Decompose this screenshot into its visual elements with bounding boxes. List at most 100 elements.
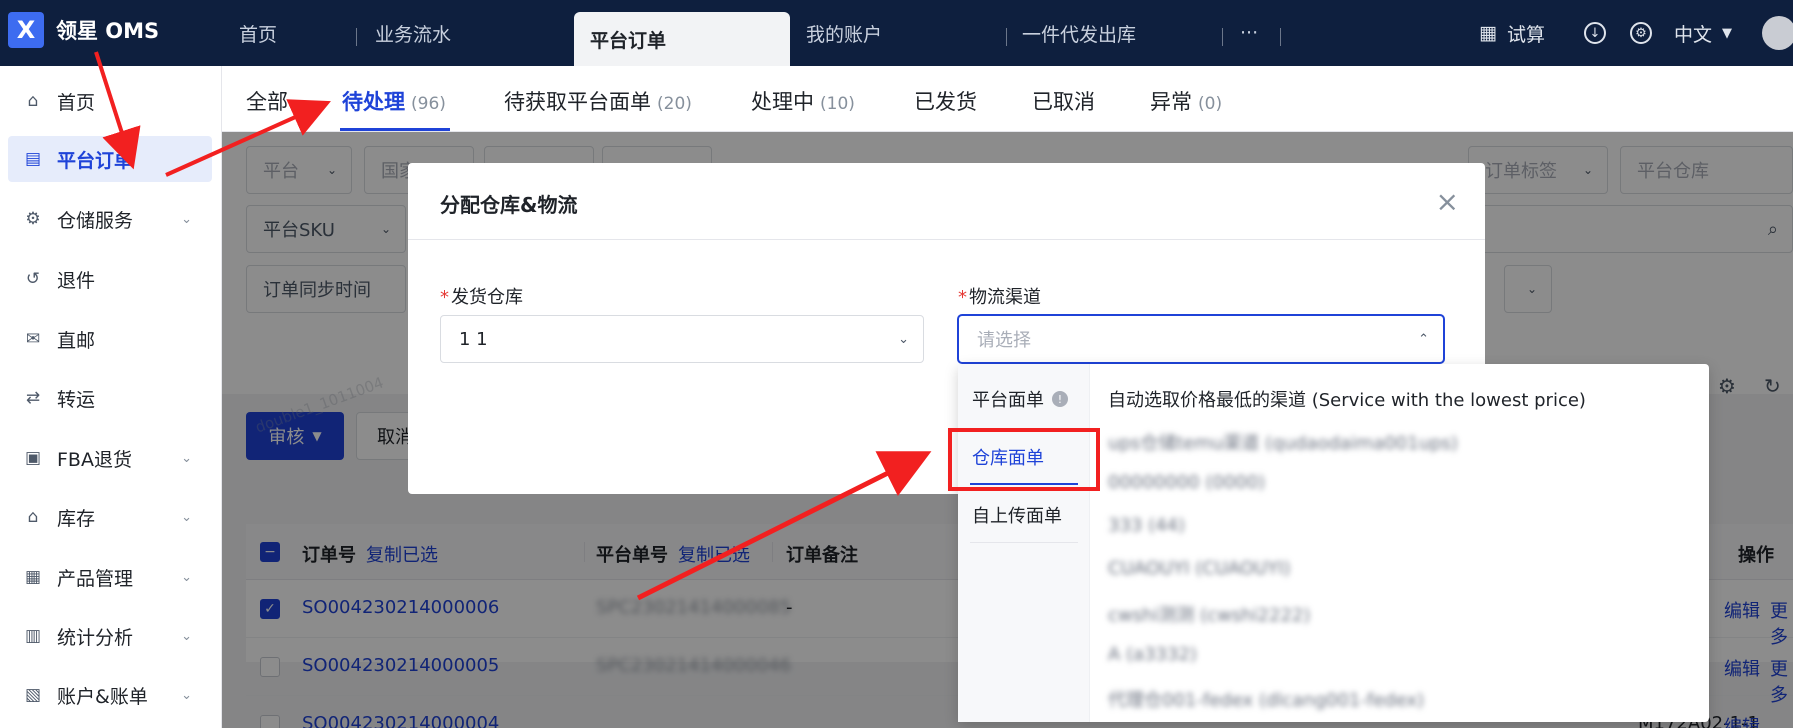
required-mark: * [958,287,967,308]
chart-icon: ▥ [24,626,42,646]
tab-pending[interactable]: 待处理 (96) [342,86,446,116]
tab-exception[interactable]: 异常 (0) [1150,86,1222,116]
top-tab-business-flow[interactable]: 业务流水 [375,0,451,66]
tab-label: 全部 [246,90,288,114]
sidebar-item-fba-returns[interactable]: ▣ FBA退货 ⌄ [8,435,212,481]
required-mark: * [440,287,449,308]
inventory-icon: ⌂ [27,507,39,527]
sidebar-item-label: 退件 [57,269,96,292]
app-name: 领星 OMS [56,19,160,43]
sidebar-item-account-billing[interactable]: ▧ 账户&账单 ⌄ [8,672,212,718]
top-tab-more[interactable]: ··· [1240,0,1258,66]
logistics-channel-dropdown: 平台面单 ! 仓库面单 自上传面单 自动选取价格最低的渠道 (Service w… [958,364,1709,722]
top-tab-separator [1222,28,1223,46]
channel-option[interactable]: cwshi测测 (cwshi2222) [1108,601,1310,627]
category-divider [970,542,1078,543]
warehouse-select-value: 1 1 [459,328,488,350]
sidebar-item-label: 统计分析 [57,626,134,649]
sidebar-item-platform-orders[interactable]: ▤ 平台订单 [8,136,212,182]
chevron-down-icon: ⌄ [181,687,192,703]
category-label: 自上传面单 [972,506,1062,527]
tab-count: (96) [411,94,446,114]
top-tab-separator [356,28,357,46]
user-avatar[interactable] [1762,0,1793,66]
logistics-channel-select[interactable]: 请选择 ⌃ [958,315,1444,363]
sidebar-item-label: 首页 [57,91,96,114]
channel-option[interactable]: CUAOUYI (CUAOUYI) [1108,558,1291,579]
channel-option[interactable]: 代理仓001-fedex (dlcang001-fedex) [1108,686,1424,712]
sidebar-item-inventory[interactable]: ⌂ 库存 ⌄ [8,494,212,540]
sidebar-item-returns[interactable]: ↺ 退件 [8,256,212,302]
top-tab-dropship[interactable]: 一件代发出库 [1022,0,1136,66]
top-bar: X 领星 OMS 首页 业务流水 平台订单 我的账户 一件代发出库 ··· ▦ … [0,0,1793,66]
channel-option[interactable]: A (a3332) [1108,644,1197,665]
channel-option[interactable]: 333 (44) [1108,515,1185,536]
tab-cancelled[interactable]: 已取消 [1032,86,1095,116]
sidebar-item-label: 转运 [57,388,96,411]
channel-category-list: 平台面单 ! 仓库面单 自上传面单 [958,364,1090,722]
close-icon[interactable]: × [1436,185,1459,218]
tab-processing[interactable]: 处理中 (10) [751,86,855,116]
app-logo[interactable]: X 领星 OMS [8,12,159,48]
settings-button[interactable]: ⚙ [1630,0,1652,66]
download-button[interactable]: ↓ [1584,0,1606,66]
top-tab-separator [1006,28,1007,46]
sidebar-item-home[interactable]: ⌂ 首页 [8,78,212,124]
top-tab-home[interactable]: 首页 [239,0,277,66]
chevron-down-icon: ⌄ [181,569,192,585]
tab-label: 异常 [1150,90,1192,114]
tab-all[interactable]: 全部 [246,86,288,116]
return-icon: ↺ [25,269,41,289]
sidebar: ⌂ 首页 ▤ 平台订单 ⚙ 仓储服务 ⌄ ↺ 退件 ✉ 直邮 ⇄ 转运 ▣ FB… [0,66,222,728]
mail-icon: ✉ [25,329,41,349]
order-icon: ▤ [24,149,42,169]
tab-awaiting-label[interactable]: 待获取平台面单 (20) [504,86,692,116]
sidebar-item-label: 平台订单 [57,149,134,172]
category-label: 平台面单 [972,390,1044,411]
trial-calc-button[interactable]: ▦ 试算 [1479,0,1545,66]
sidebar-item-direct-mail[interactable]: ✉ 直邮 [8,316,212,362]
top-tab-separator [1280,28,1281,46]
avatar [1762,16,1793,50]
top-tab-my-account[interactable]: 我的账户 [806,0,882,66]
chevron-down-icon: ⌄ [181,509,192,525]
transfer-icon: ⇄ [25,388,41,408]
product-icon: ▦ [24,567,42,587]
channel-option[interactable]: 自动选取价格最低的渠道 (Service with the lowest pri… [1108,386,1586,412]
warehouse-select[interactable]: 1 1 ⌄ [440,315,924,363]
fba-icon: ▣ [24,448,42,468]
chevron-down-icon: ▼ [1722,25,1733,41]
chevron-up-icon: ⌃ [1418,331,1429,347]
sidebar-item-label: 产品管理 [57,567,134,590]
category-platform-label[interactable]: 平台面单 ! [972,386,1068,412]
tab-label: 已发货 [914,90,977,114]
top-tab-platform-orders[interactable]: 平台订单 [574,12,790,66]
calculator-icon: ▦ [1479,22,1497,44]
sidebar-item-label: 直邮 [57,329,96,352]
modal-header: 分配仓库&物流 × [408,163,1485,240]
tab-shipped[interactable]: 已发货 [914,86,977,116]
category-self-upload-label[interactable]: 自上传面单 [972,502,1062,528]
language-label: 中文 [1674,23,1713,46]
sidebar-item-transfer[interactable]: ⇄ 转运 [8,375,212,421]
info-icon: ! [1052,391,1068,407]
chevron-down-icon: ⌄ [898,331,909,347]
warehouse-field-label: * 发货仓库 [440,283,523,309]
home-icon: ⌂ [27,91,39,111]
account-icon: ▧ [24,685,42,705]
chevron-down-icon: ⌄ [181,211,192,227]
sidebar-item-statistics[interactable]: ▥ 统计分析 ⌄ [8,613,212,659]
download-icon: ↓ [1584,22,1606,44]
sidebar-item-product-management[interactable]: ▦ 产品管理 ⌄ [8,554,212,600]
status-tabs: 全部 待处理 (96) 待获取平台面单 (20) 处理中 (10) 已发货 已取消 异… [222,66,1793,132]
logo-icon: X [8,12,44,48]
sidebar-item-label: FBA退货 [57,448,132,471]
language-switch[interactable]: 中文 ▼ [1674,0,1732,66]
tab-label: 待获取平台面单 [504,90,651,114]
tab-count: (0) [1198,94,1223,114]
channel-option[interactable]: ups仓储temu渠道 (qudaodaima001ups) [1108,429,1458,455]
channel-option[interactable]: 00000000 (0000) [1108,472,1265,493]
channel-field-label: * 物流渠道 [958,283,1041,309]
tab-label: 已取消 [1032,90,1095,114]
sidebar-item-warehouse-service[interactable]: ⚙ 仓储服务 ⌄ [8,196,212,242]
